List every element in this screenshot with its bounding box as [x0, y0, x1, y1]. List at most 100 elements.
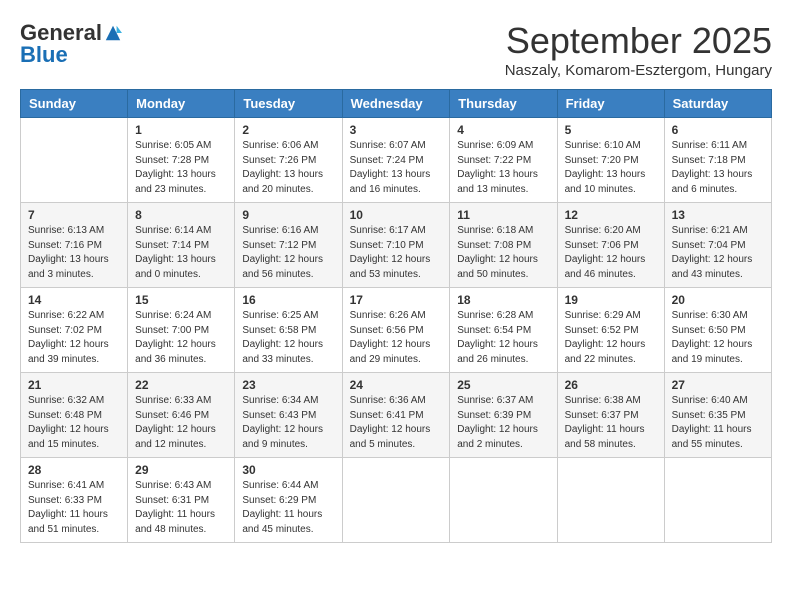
day-info: Sunrise: 6:38 AMSunset: 6:37 PMDaylight:…: [565, 394, 657, 452]
calendar-cell: 27 Sunrise: 6:40 AMSunset: 6:35 PMDayligh…: [664, 373, 771, 458]
day-info: Sunrise: 6:13 AMSunset: 7:16 PMDaylight:…: [28, 224, 120, 282]
calendar-cell: 29 Sunrise: 6:43 AMSunset: 6:31 PMDayligh…: [128, 458, 235, 543]
day-number: 16: [242, 293, 334, 307]
calendar-cell: [664, 458, 771, 543]
location-subtitle: Naszaly, Komarom-Esztergom, Hungary: [505, 62, 772, 79]
calendar-cell: 19 Sunrise: 6:29 AMSunset: 6:52 PMDayligh…: [557, 288, 664, 373]
day-info: Sunrise: 6:11 AMSunset: 7:18 PMDaylight:…: [672, 139, 764, 197]
logo-icon: [104, 24, 122, 42]
day-number: 29: [135, 463, 227, 477]
logo-blue: Blue: [20, 42, 68, 68]
calendar-cell: [342, 458, 450, 543]
day-info: Sunrise: 6:05 AMSunset: 7:28 PMDaylight:…: [135, 139, 227, 197]
calendar-cell: 9 Sunrise: 6:16 AMSunset: 7:12 PMDaylight…: [235, 203, 342, 288]
day-number: 21: [28, 378, 120, 392]
day-number: 18: [457, 293, 549, 307]
calendar-cell: 4Sunrise: 6:09 AMSunset: 7:22 PMDaylight…: [450, 118, 557, 203]
weekday-header-tuesday: Tuesday: [235, 90, 342, 118]
day-number: 30: [242, 463, 334, 477]
calendar-cell: 15 Sunrise: 6:24 AMSunset: 7:00 PMDayligh…: [128, 288, 235, 373]
calendar-cell: 11 Sunrise: 6:18 AMSunset: 7:08 PMDayligh…: [450, 203, 557, 288]
day-number: 15: [135, 293, 227, 307]
day-number: 7: [28, 208, 120, 222]
day-info: Sunrise: 6:40 AMSunset: 6:35 PMDaylight:…: [672, 394, 764, 452]
calendar-cell: 7 Sunrise: 6:13 AMSunset: 7:16 PMDaylight…: [21, 203, 128, 288]
day-info: Sunrise: 6:32 AMSunset: 6:48 PMDaylight:…: [28, 394, 120, 452]
calendar-cell: 12Sunrise: 6:20 AMSunset: 7:06 PMDayligh…: [557, 203, 664, 288]
page-header: General Blue September 2025 Naszaly, Kom…: [20, 20, 772, 79]
day-number: 2: [242, 123, 334, 137]
calendar-cell: [21, 118, 128, 203]
day-info: Sunrise: 6:28 AMSunset: 6:54 PMDaylight:…: [457, 309, 549, 367]
day-number: 22: [135, 378, 227, 392]
day-info: Sunrise: 6:41 AMSunset: 6:33 PMDaylight:…: [28, 479, 120, 537]
day-info: Sunrise: 6:24 AMSunset: 7:00 PMDaylight:…: [135, 309, 227, 367]
day-number: 19: [565, 293, 657, 307]
day-number: 26: [565, 378, 657, 392]
day-info: Sunrise: 6:43 AMSunset: 6:31 PMDaylight:…: [135, 479, 227, 537]
day-info: Sunrise: 6:20 AMSunset: 7:06 PMDaylight:…: [565, 224, 657, 282]
day-number: 5: [565, 123, 657, 137]
day-info: Sunrise: 6:33 AMSunset: 6:46 PMDaylight:…: [135, 394, 227, 452]
calendar-cell: 18 Sunrise: 6:28 AMSunset: 6:54 PMDayligh…: [450, 288, 557, 373]
day-info: Sunrise: 6:18 AMSunset: 7:08 PMDaylight:…: [457, 224, 549, 282]
day-info: Sunrise: 6:17 AMSunset: 7:10 PMDaylight:…: [350, 224, 443, 282]
calendar-cell: 30Sunrise: 6:44 AMSunset: 6:29 PMDayligh…: [235, 458, 342, 543]
calendar-cell: 8Sunrise: 6:14 AMSunset: 7:14 PMDaylight…: [128, 203, 235, 288]
day-info: Sunrise: 6:07 AMSunset: 7:24 PMDaylight:…: [350, 139, 443, 197]
calendar-cell: 2Sunrise: 6:06 AMSunset: 7:26 PMDaylight…: [235, 118, 342, 203]
day-number: 14: [28, 293, 120, 307]
day-number: 11: [457, 208, 549, 222]
calendar-cell: [450, 458, 557, 543]
day-number: 3: [350, 123, 443, 137]
month-title: September 2025: [505, 20, 772, 62]
calendar-cell: 24 Sunrise: 6:36 AMSunset: 6:41 PMDayligh…: [342, 373, 450, 458]
day-number: 6: [672, 123, 764, 137]
calendar-cell: 21 Sunrise: 6:32 AMSunset: 6:48 PMDayligh…: [21, 373, 128, 458]
calendar-cell: 25 Sunrise: 6:37 AMSunset: 6:39 PMDayligh…: [450, 373, 557, 458]
logo: General Blue: [20, 20, 122, 68]
day-number: 23: [242, 378, 334, 392]
weekday-header-saturday: Saturday: [664, 90, 771, 118]
day-info: Sunrise: 6:16 AMSunset: 7:12 PMDaylight:…: [242, 224, 334, 282]
calendar-cell: 1 Sunrise: 6:05 AMSunset: 7:28 PMDaylight…: [128, 118, 235, 203]
day-info: Sunrise: 6:10 AMSunset: 7:20 PMDaylight:…: [565, 139, 657, 197]
weekday-header-wednesday: Wednesday: [342, 90, 450, 118]
title-section: September 2025 Naszaly, Komarom-Esztergo…: [505, 20, 772, 79]
day-number: 28: [28, 463, 120, 477]
calendar-table: SundayMondayTuesdayWednesdayThursdayFrid…: [20, 89, 772, 543]
day-info: Sunrise: 6:25 AMSunset: 6:58 PMDaylight:…: [242, 309, 334, 367]
weekday-header-monday: Monday: [128, 90, 235, 118]
day-number: 1: [135, 123, 227, 137]
weekday-header-friday: Friday: [557, 90, 664, 118]
calendar-cell: 22 Sunrise: 6:33 AMSunset: 6:46 PMDayligh…: [128, 373, 235, 458]
day-info: Sunrise: 6:30 AMSunset: 6:50 PMDaylight:…: [672, 309, 764, 367]
calendar-cell: 26 Sunrise: 6:38 AMSunset: 6:37 PMDayligh…: [557, 373, 664, 458]
calendar-cell: 5 Sunrise: 6:10 AMSunset: 7:20 PMDaylight…: [557, 118, 664, 203]
day-info: Sunrise: 6:36 AMSunset: 6:41 PMDaylight:…: [350, 394, 443, 452]
calendar-cell: 10Sunrise: 6:17 AMSunset: 7:10 PMDayligh…: [342, 203, 450, 288]
day-info: Sunrise: 6:14 AMSunset: 7:14 PMDaylight:…: [135, 224, 227, 282]
day-info: Sunrise: 6:37 AMSunset: 6:39 PMDaylight:…: [457, 394, 549, 452]
day-info: Sunrise: 6:34 AMSunset: 6:43 PMDaylight:…: [242, 394, 334, 452]
day-number: 9: [242, 208, 334, 222]
day-info: Sunrise: 6:09 AMSunset: 7:22 PMDaylight:…: [457, 139, 549, 197]
day-number: 27: [672, 378, 764, 392]
day-number: 25: [457, 378, 549, 392]
week-row-1: 1 Sunrise: 6:05 AMSunset: 7:28 PMDaylight…: [21, 118, 772, 203]
calendar-cell: 16 Sunrise: 6:25 AMSunset: 6:58 PMDayligh…: [235, 288, 342, 373]
calendar-cell: 14 Sunrise: 6:22 AMSunset: 7:02 PMDayligh…: [21, 288, 128, 373]
calendar-cell: 6 Sunrise: 6:11 AMSunset: 7:18 PMDaylight…: [664, 118, 771, 203]
calendar-cell: 13 Sunrise: 6:21 AMSunset: 7:04 PMDayligh…: [664, 203, 771, 288]
day-info: Sunrise: 6:29 AMSunset: 6:52 PMDaylight:…: [565, 309, 657, 367]
day-number: 13: [672, 208, 764, 222]
day-info: Sunrise: 6:21 AMSunset: 7:04 PMDaylight:…: [672, 224, 764, 282]
day-info: Sunrise: 6:22 AMSunset: 7:02 PMDaylight:…: [28, 309, 120, 367]
week-row-3: 14 Sunrise: 6:22 AMSunset: 7:02 PMDayligh…: [21, 288, 772, 373]
day-number: 20: [672, 293, 764, 307]
weekday-header-thursday: Thursday: [450, 90, 557, 118]
calendar-cell: 28 Sunrise: 6:41 AMSunset: 6:33 PMDayligh…: [21, 458, 128, 543]
day-number: 17: [350, 293, 443, 307]
calendar-cell: [557, 458, 664, 543]
day-number: 24: [350, 378, 443, 392]
